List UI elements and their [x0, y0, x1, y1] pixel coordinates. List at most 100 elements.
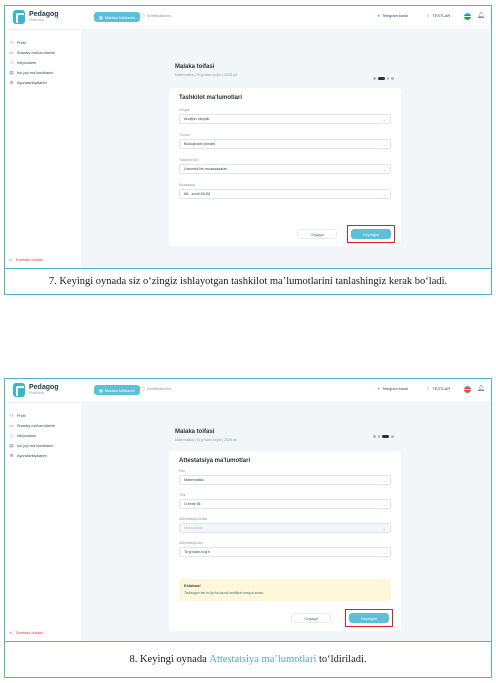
nav-malaka-toifalarim[interactable]: ▦ Malaka toifalarim — [94, 385, 141, 395]
gear-icon: ⚙ — [9, 80, 14, 85]
organization-form-card: Tashkilot ma'lumotlari Viloyat Andijon v… — [169, 88, 401, 246]
certificate-icon: ▢ — [141, 13, 145, 18]
step-dot — [391, 435, 394, 438]
caption-step-7: 7. Keyingi oynada siz o‘zingiz ishlayotg… — [5, 268, 491, 294]
chevron-down-icon: ⌄ — [382, 141, 386, 147]
fan-select[interactable]: Matematika ⌄ — [179, 475, 391, 485]
alert-title: Eslatma! — [184, 583, 201, 588]
sidebar-item-profil[interactable]: ⚇ Profil — [5, 411, 81, 421]
nav-sertifikatlarim[interactable]: ▢ Sertifikatlarim — [141, 386, 171, 391]
nav-malaka-toifalarim[interactable]: ▦ Malaka toifalarim — [94, 12, 141, 22]
page-subtitle: Matematika | To'g'ridan-to'g'ri | 2026-y… — [175, 73, 237, 77]
briefcase-icon: ▤ — [9, 443, 14, 448]
step-dot — [373, 77, 376, 80]
step-indicator — [373, 435, 394, 438]
attestatsiya-toifasi-select: Mutaxassis ⌄ — [179, 523, 391, 533]
telegram-icon: ➤ — [377, 387, 381, 391]
screenshot-frame-step-8: Pedagog Platforma ▦ Malaka toifalarim ▢ … — [4, 378, 492, 678]
back-button[interactable]: Orqaga — [291, 613, 331, 623]
caption-step-8: 8. Keyingi oynada Attestatsiya ma’lumotl… — [5, 641, 491, 677]
chevron-down-icon: ⌄ — [382, 116, 386, 122]
logo[interactable]: Pedagog Platforma — [13, 383, 59, 397]
logo-title: Pedagog — [29, 11, 59, 19]
sidebar-item-intiyozlar[interactable]: ☆ Intiyozlarim — [5, 58, 81, 68]
language-flag-icon[interactable] — [464, 386, 471, 393]
sidebar-item-profil[interactable]: ⚇ Profil — [5, 38, 81, 48]
attestation-form-card: Attestatsiya ma'lumotlari Fan Matematika… — [169, 451, 401, 631]
telegram-icon: ➤ — [377, 14, 381, 18]
step-dot — [377, 435, 380, 438]
viloyat-select[interactable]: Andijon viloyati ⌄ — [179, 114, 391, 124]
bell-icon[interactable]: 🔔︎ — [477, 385, 485, 392]
tuman-select[interactable]: Buloqboshi tumani ⌄ — [179, 139, 391, 149]
step-dot — [386, 77, 389, 80]
screenshot-frame-step-7: Pedagog Platforma ▦ Malaka toifalarim ▢ … — [4, 5, 492, 295]
sidebar-item-intiyozlar[interactable]: ☆ Intiyozlarim — [5, 431, 81, 441]
logo-subtitle: Platforma — [29, 391, 44, 396]
page-title: Malaka toifasi — [175, 64, 215, 70]
top-bar: Pedagog Platforma ▦ Malaka toifalarim ▢ … — [5, 6, 490, 30]
sidebar-item-ayonlashtiyalar[interactable]: ⚙ Ayonlashtiyalarim — [5, 78, 81, 88]
sidebar-item-shaxsiy[interactable]: ▭ Shaxsiy ma'lumotlarim — [5, 48, 81, 58]
sidebar-item-ish-joyi[interactable]: ▤ Ish joyi ma'lumotlarim — [5, 441, 81, 451]
step-dot — [391, 77, 394, 80]
main-content: Malaka toifasi Matematika | To'g'ridan-t… — [81, 403, 490, 641]
field-fan: Fan Matematika ⌄ — [179, 469, 391, 485]
star-icon: ☆ — [9, 60, 14, 65]
field-tashkilot-turi: Tashkilot turi Umumta'lim muassasalari ⌄ — [179, 158, 391, 174]
language-flag-icon[interactable] — [464, 13, 471, 20]
logout-button[interactable]: ⇦ Tizimdan chiqish — [9, 257, 43, 263]
attestatsiya-turi-select[interactable]: To'g'ridan-to'g'ri ⌄ — [179, 547, 391, 557]
telegram-channel-link[interactable]: ➤ Telegram kanal — [377, 13, 408, 19]
tests-button[interactable]: ▯ TESTLAR — [427, 386, 450, 391]
sidebar-item-ayonlashtiyalar[interactable]: ⚙ Ayonlashtiyalarim — [5, 451, 81, 461]
muassasa-select[interactable]: 68 - sonli IDUM ⌄ — [179, 189, 391, 199]
sidebar-item-shaxsiy[interactable]: ▭ Shaxsiy ma'lumotlarim — [5, 421, 81, 431]
chevron-down-icon: ⌄ — [382, 501, 386, 507]
main-content: Malaka toifasi Matematika | To'g'ridan-t… — [81, 30, 490, 268]
app-screen: Pedagog Platforma ▦ Malaka toifalarim ▢ … — [5, 379, 490, 641]
highlight-box — [345, 609, 393, 627]
grid-icon: ▦ — [99, 387, 103, 393]
field-tuman: Tuman Buloqboshi tumani ⌄ — [179, 133, 391, 149]
logout-button[interactable]: ⇦ Tizimdan chiqish — [9, 630, 43, 636]
tests-button[interactable]: ▯ TESTLAR — [427, 13, 450, 18]
telegram-channel-link[interactable]: ➤ Telegram kanal — [377, 386, 408, 392]
logout-icon: ⇦ — [9, 631, 13, 635]
logo-icon — [13, 10, 25, 24]
user-icon: ⚇ — [9, 413, 14, 418]
card-title: Attestatsiya ma'lumotlari — [179, 458, 251, 464]
highlight-box — [347, 225, 395, 243]
step-indicator — [373, 77, 394, 80]
nav-sertifikatlarim[interactable]: ▢ Sertifikatlarim — [141, 13, 171, 18]
logo-icon — [13, 383, 25, 397]
field-viloyat: Viloyat Andijon viloyati ⌄ — [179, 108, 391, 124]
chevron-down-icon: ⌄ — [382, 525, 386, 531]
document-icon: ▯ — [427, 13, 430, 18]
tashkilot-turi-select[interactable]: Umumta'lim muassasalari ⌄ — [179, 164, 391, 174]
sidebar: ⚇ Profil ▭ Shaxsiy ma'lumotlarim ☆ Intiyozl… — [5, 403, 81, 641]
step-dot-active — [377, 77, 385, 80]
back-button[interactable]: Orqaga — [297, 229, 337, 239]
id-card-icon: ▭ — [9, 423, 14, 428]
document-icon: ▯ — [427, 386, 430, 391]
step-dot-active — [382, 435, 389, 438]
page-title: Malaka toifasi — [175, 429, 215, 435]
sidebar-item-ish-joyi[interactable]: ▤ Ish joyi ma'lumotlarim — [5, 68, 81, 78]
app-screen: Pedagog Platforma ▦ Malaka toifalarim ▢ … — [5, 6, 490, 268]
certificate-icon: ▢ — [141, 386, 145, 391]
field-muassasa: Muassasa 68 - sonli IDUM ⌄ — [179, 183, 391, 199]
logo[interactable]: Pedagog Platforma — [13, 10, 59, 24]
field-attestatsiya-turi: Attestatsiya turi To'g'ridan-to'g'ri ⌄ — [179, 541, 391, 557]
grid-icon: ▦ — [99, 14, 103, 20]
card-title: Tashkilot ma'lumotlari — [179, 95, 242, 101]
field-til: Tilni O'zbek tili ⌄ — [179, 493, 391, 509]
gear-icon: ⚙ — [9, 453, 14, 458]
til-select[interactable]: O'zbek tili ⌄ — [179, 499, 391, 509]
user-icon: ⚇ — [9, 40, 14, 45]
top-bar: Pedagog Platforma ▦ Malaka toifalarim ▢ … — [5, 379, 490, 403]
bell-icon[interactable]: 🔔︎ — [477, 12, 485, 19]
sidebar: ⚇ Profil ▭ Shaxsiy ma'lumotlarim ☆ Intiyozl… — [5, 30, 81, 268]
chevron-down-icon: ⌄ — [382, 166, 386, 172]
logo-subtitle: Platforma — [29, 18, 44, 23]
